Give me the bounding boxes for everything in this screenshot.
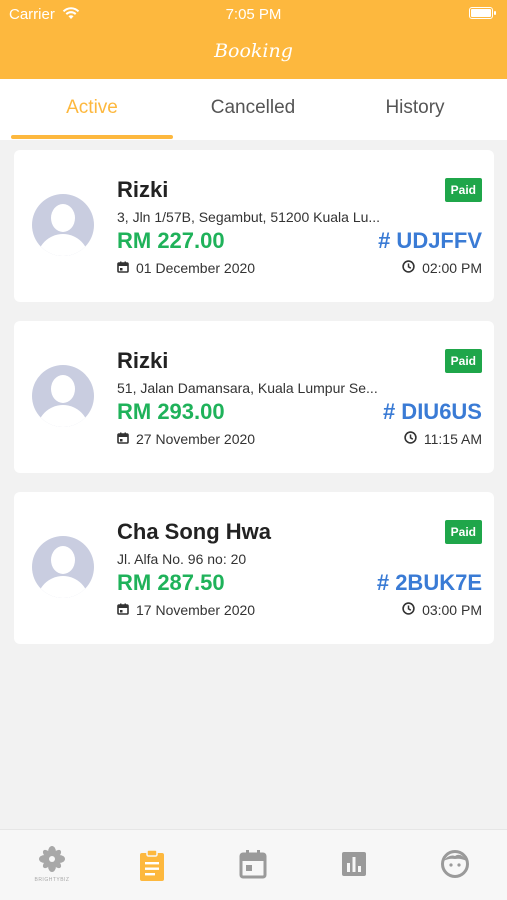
booking-price: RM 227.00 bbox=[117, 228, 225, 253]
status-time: 7:05 PM bbox=[225, 6, 282, 23]
booking-time: 11:15 AM bbox=[404, 431, 482, 447]
tab-indicator bbox=[11, 135, 173, 139]
page-title: Booking bbox=[214, 40, 293, 62]
profile-face-icon bbox=[439, 850, 471, 884]
booking-card[interactable]: Cha Song Hwa Paid Jl. Alfa No. 96 no: 20… bbox=[14, 492, 494, 644]
status-badge: Paid bbox=[444, 520, 482, 544]
tab-history[interactable]: History bbox=[334, 79, 496, 140]
clipboard-icon bbox=[136, 849, 168, 886]
booking-date: 01 December 2020 bbox=[117, 260, 255, 276]
booking-card[interactable]: Rizki Paid 51, Jalan Damansara, Kuala Lu… bbox=[14, 321, 494, 473]
status-badge: Paid bbox=[444, 178, 482, 202]
tab-active[interactable]: Active bbox=[11, 79, 173, 140]
nav-home[interactable]: BRIGHTYBIZ bbox=[34, 846, 70, 883]
calendar-icon bbox=[237, 850, 269, 884]
booking-time: 03:00 PM bbox=[402, 602, 482, 618]
booking-price: RM 287.50 bbox=[117, 570, 225, 595]
customer-name: Rizki bbox=[117, 348, 169, 373]
booking-address: Jl. Alfa No. 96 no: 20 bbox=[117, 551, 247, 567]
status-bar: Carrier 7:05 PM bbox=[0, 0, 507, 28]
booking-time-text: 11:15 AM bbox=[423, 431, 482, 447]
avatar bbox=[32, 194, 94, 256]
booking-card[interactable]: Rizki Paid 3, Jln 1/57B, Segambut, 51200… bbox=[14, 150, 494, 302]
status-badge: Paid bbox=[444, 349, 482, 373]
booking-date-text: 17 November 2020 bbox=[136, 602, 256, 618]
customer-name: Cha Song Hwa bbox=[117, 519, 272, 544]
nav-reports[interactable] bbox=[338, 848, 374, 884]
booking-code: # UDJFFV bbox=[378, 228, 482, 253]
booking-address: 51, Jalan Damansara, Kuala Lumpur Se... bbox=[117, 380, 378, 396]
booking-date-text: 01 December 2020 bbox=[136, 260, 256, 276]
booking-code: # 2BUK7E bbox=[376, 570, 482, 595]
clock-icon bbox=[404, 431, 417, 447]
tab-cancelled[interactable]: Cancelled bbox=[172, 79, 334, 140]
nav-calendar[interactable] bbox=[237, 848, 273, 884]
bottom-tab-bar: BRIGHTYBIZ bbox=[0, 829, 507, 900]
calendar-icon bbox=[117, 431, 129, 447]
app-header: Carrier 7:05 PM Booking bbox=[0, 0, 507, 79]
booking-time: 02:00 PM bbox=[402, 260, 482, 276]
calendar-icon bbox=[117, 260, 129, 276]
battery-icon bbox=[469, 7, 496, 19]
booking-date-text: 27 November 2020 bbox=[136, 431, 256, 447]
booking-code: # DIU6US bbox=[382, 399, 482, 424]
booking-time-text: 03:00 PM bbox=[422, 602, 482, 618]
nav-profile[interactable] bbox=[439, 848, 475, 884]
nav-home-caption: BRIGHTYBIZ bbox=[34, 877, 70, 883]
calendar-icon bbox=[117, 602, 129, 618]
avatar bbox=[32, 536, 94, 598]
customer-name: Rizki bbox=[117, 177, 169, 202]
clock-icon bbox=[402, 602, 415, 618]
booking-time-text: 02:00 PM bbox=[422, 260, 482, 276]
booking-address: 3, Jln 1/57B, Segambut, 51200 Kuala Lu..… bbox=[117, 209, 381, 225]
clock-icon bbox=[402, 260, 415, 276]
booking-date: 27 November 2020 bbox=[117, 431, 255, 447]
booking-date: 17 November 2020 bbox=[117, 602, 255, 618]
avatar bbox=[32, 365, 94, 427]
booking-price: RM 293.00 bbox=[117, 399, 225, 424]
booking-tabs: Active Cancelled History bbox=[0, 79, 507, 140]
bar-chart-icon bbox=[338, 852, 370, 884]
nav-bookings[interactable] bbox=[136, 848, 172, 884]
